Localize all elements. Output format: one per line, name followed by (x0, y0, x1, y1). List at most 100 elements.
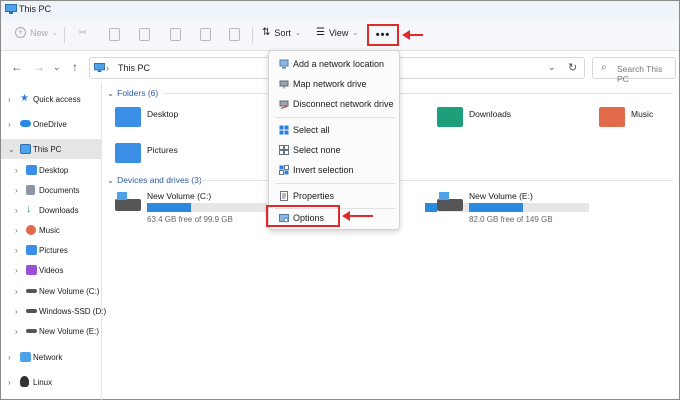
delete-icon[interactable] (229, 28, 240, 41)
paste-icon[interactable] (139, 28, 150, 41)
annotation-arrow (402, 30, 423, 40)
menu-item-invert-selection[interactable]: Invert selection (275, 160, 395, 180)
folder-icon (599, 107, 625, 127)
sidebar-item-desktop[interactable]: › Desktop (1, 160, 101, 180)
view-button[interactable]: ☰ View ⌄ (316, 27, 358, 38)
drive-icon (26, 329, 37, 333)
drive-e[interactable]: New Volume (E:) 82.0 GB free of 149 GB (437, 191, 597, 227)
drives-section-header[interactable]: ⌄ Devices and drives (3) (107, 175, 202, 186)
network-location-icon (279, 59, 289, 69)
sidebar-item-drive-e[interactable]: › New Volume (E:) (1, 321, 101, 341)
title-bar: This PC (1, 1, 679, 19)
sidebar-item-videos[interactable]: › Videos (1, 260, 101, 280)
folders-section-header[interactable]: ⌄ Folders (6) (107, 88, 158, 99)
chevron-right-icon[interactable]: › (15, 166, 18, 175)
chevron-right-icon[interactable]: › (15, 186, 18, 195)
see-more-button[interactable]: ••• (367, 24, 399, 46)
sidebar-item-pictures[interactable]: › Pictures (1, 240, 101, 260)
navigation-pane: › ★ Quick access › OneDrive ⌄ This PC › … (1, 82, 106, 400)
command-bar: + New ⌄ ✂ ⇅ Sort ⌄ ☰ View ⌄ (1, 19, 679, 51)
chevron-right-icon[interactable]: › (15, 246, 18, 255)
forward-icon[interactable]: → (33, 60, 45, 74)
chevron-right-icon[interactable]: › (8, 353, 11, 362)
sidebar-item-downloads[interactable]: › ↓ Downloads (1, 200, 101, 220)
chevron-right-icon[interactable]: › (8, 95, 11, 104)
chevron-right-icon[interactable]: › (15, 266, 18, 275)
pictures-icon (26, 245, 37, 255)
drive-c[interactable]: New Volume (C:) 63.4 GB free of 99.9 GB (115, 191, 275, 227)
disconnect-drive-icon (279, 100, 289, 109)
sidebar-item-label: Music (39, 225, 60, 235)
chevron-right-icon[interactable]: › (15, 287, 18, 296)
drive-usage-fill (469, 203, 523, 212)
chevron-right-icon[interactable]: › (8, 120, 11, 129)
music-icon (26, 225, 36, 235)
sidebar-item-quick-access[interactable]: › ★ Quick access (1, 89, 101, 109)
folder-label: Downloads (469, 109, 512, 119)
properties-icon (280, 191, 288, 201)
chevron-right-icon[interactable]: › (15, 327, 18, 336)
chevron-down-icon: ⌄ (294, 29, 301, 37)
breadcrumb[interactable]: This PC (118, 63, 150, 73)
menu-item-select-all[interactable]: Select all (275, 120, 395, 140)
section-title: Devices and drives (3) (117, 175, 202, 185)
chevron-right-icon[interactable]: › (8, 378, 11, 387)
menu-item-properties[interactable]: Properties (275, 186, 395, 206)
chevron-right-icon[interactable]: › (15, 226, 18, 235)
sidebar-item-documents[interactable]: › Documents (1, 180, 101, 200)
menu-item-add-network-location[interactable]: Add a network location (275, 54, 395, 74)
divider (163, 93, 673, 94)
sidebar-item-label: Linux (33, 377, 53, 387)
new-button[interactable]: + New ⌄ (15, 27, 58, 38)
view-label: View (328, 27, 349, 38)
up-icon[interactable]: ↑ (72, 60, 78, 74)
menu-item-label: Select none (293, 145, 341, 155)
menu-item-select-none[interactable]: Select none (275, 140, 395, 160)
sidebar-item-linux[interactable]: › Linux (1, 372, 101, 392)
drive-usage-bar (147, 203, 267, 212)
drive-usage-bar (469, 203, 589, 212)
pc-icon (5, 4, 17, 14)
chevron-down-icon[interactable]: ⌄ (8, 145, 15, 154)
annotation-arrow (342, 211, 373, 221)
sidebar-item-label: This PC (33, 144, 62, 154)
sidebar-item-label: Pictures (39, 245, 68, 255)
folder-label: Desktop (147, 109, 179, 119)
chevron-right-icon[interactable]: › (15, 307, 18, 316)
chevron-down-icon[interactable]: ⌄ (548, 62, 556, 73)
drive-icon (115, 192, 141, 211)
sort-icon: ⇅ (262, 27, 271, 38)
chevron-down-icon: ⌄ (107, 175, 115, 185)
refresh-icon[interactable]: ↻ (568, 61, 577, 74)
sidebar-item-onedrive[interactable]: › OneDrive (1, 114, 101, 134)
chevron-right-icon[interactable]: › (15, 206, 18, 215)
desktop-icon (26, 165, 37, 175)
search-input[interactable]: ⌕ Search This PC (592, 57, 676, 84)
copy-icon[interactable] (109, 28, 120, 41)
view-icon: ☰ (316, 27, 325, 38)
menu-item-label: Add a network location (293, 59, 385, 69)
folder-label: Pictures (147, 145, 178, 155)
drive-name: New Volume (E:) (469, 191, 533, 201)
menu-item-map-network-drive[interactable]: Map network drive (275, 74, 395, 94)
sidebar-item-network[interactable]: › Network (1, 347, 101, 367)
search-placeholder: Search This PC (617, 64, 663, 84)
drive-free-space: 63.4 GB free of 99.9 GB (147, 215, 233, 224)
rename-icon[interactable] (170, 28, 181, 41)
back-icon[interactable]: ← (11, 60, 23, 74)
sort-button[interactable]: ⇅ Sort ⌄ (262, 27, 301, 38)
divider (64, 27, 65, 43)
drive-icon (26, 309, 37, 313)
sidebar-item-label: Windows-SSD (D:) (39, 306, 107, 316)
sidebar-item-label: OneDrive (33, 119, 67, 129)
menu-item-disconnect-network-drive[interactable]: Disconnect network drive (275, 94, 395, 114)
sidebar-item-this-pc[interactable]: ⌄ This PC (1, 139, 101, 159)
sidebar-item-label: Desktop (39, 165, 69, 175)
sidebar-item-music[interactable]: › Music (1, 220, 101, 240)
share-icon[interactable] (200, 28, 211, 41)
sidebar-item-drive-c[interactable]: › New Volume (C:) (1, 281, 101, 301)
search-icon: ⌕ (601, 62, 607, 73)
chevron-down-icon[interactable]: ⌄ (53, 62, 61, 73)
sidebar-item-drive-d[interactable]: › Windows-SSD (D:) (1, 301, 106, 321)
cut-icon[interactable]: ✂ (78, 26, 89, 39)
